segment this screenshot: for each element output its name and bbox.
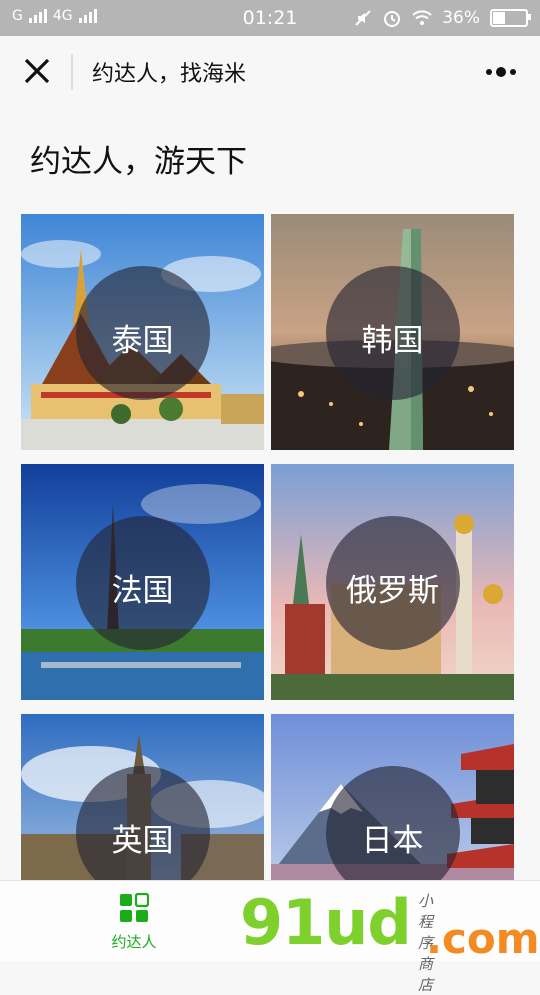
tab-label: 约达人 bbox=[111, 933, 157, 951]
section-heading: 约达人，游天下 bbox=[30, 144, 247, 180]
destination-card-france[interactable]: 法国 bbox=[21, 464, 264, 700]
more-dot bbox=[486, 69, 492, 75]
nav-divider bbox=[71, 54, 73, 90]
mute-icon bbox=[355, 10, 371, 26]
close-icon[interactable] bbox=[20, 54, 54, 88]
watermark-domain: .com bbox=[426, 914, 540, 963]
destination-card-korea[interactable]: 韩国 bbox=[271, 214, 514, 450]
destination-card-uk[interactable]: 英国 bbox=[21, 714, 264, 880]
status-right: 36% bbox=[354, 8, 531, 28]
destination-label: 法国 bbox=[111, 573, 174, 609]
destination-label: 俄罗斯 bbox=[346, 573, 439, 609]
destination-card-russia[interactable]: 俄罗斯 bbox=[271, 464, 514, 700]
more-dot bbox=[496, 67, 506, 77]
more-dot bbox=[510, 69, 516, 75]
destination-label: 日本 bbox=[361, 823, 424, 859]
destination-label: 英国 bbox=[111, 823, 174, 859]
destination-grid: 泰国 韩国 法国 俄罗斯 英国 日本 bbox=[21, 214, 514, 880]
destination-label: 泰国 bbox=[111, 323, 174, 359]
navigation-bar: 约达人，找海米 bbox=[0, 36, 540, 108]
destination-card-thailand[interactable]: 泰国 bbox=[21, 214, 264, 450]
more-icon[interactable] bbox=[486, 60, 522, 84]
battery-percent: 36% bbox=[442, 8, 480, 28]
watermark-text: 91ud bbox=[240, 886, 412, 959]
watermark-subtitle: 小程序商店 bbox=[418, 892, 434, 994]
destination-card-japan[interactable]: 日本 bbox=[271, 714, 514, 880]
battery-level bbox=[493, 12, 506, 24]
grid-icon bbox=[120, 892, 150, 922]
tab-find-experts[interactable]: 约达人 bbox=[98, 892, 170, 952]
wifi-icon bbox=[412, 10, 432, 25]
page-title: 约达人，找海米 bbox=[92, 62, 247, 87]
watermark: 91ud .com 小程序商店 bbox=[240, 886, 539, 994]
destination-label: 韩国 bbox=[361, 323, 424, 359]
status-bar: G 4G 01:21 36% bbox=[0, 0, 540, 36]
alarm-icon bbox=[384, 11, 401, 27]
battery-icon bbox=[490, 9, 531, 27]
